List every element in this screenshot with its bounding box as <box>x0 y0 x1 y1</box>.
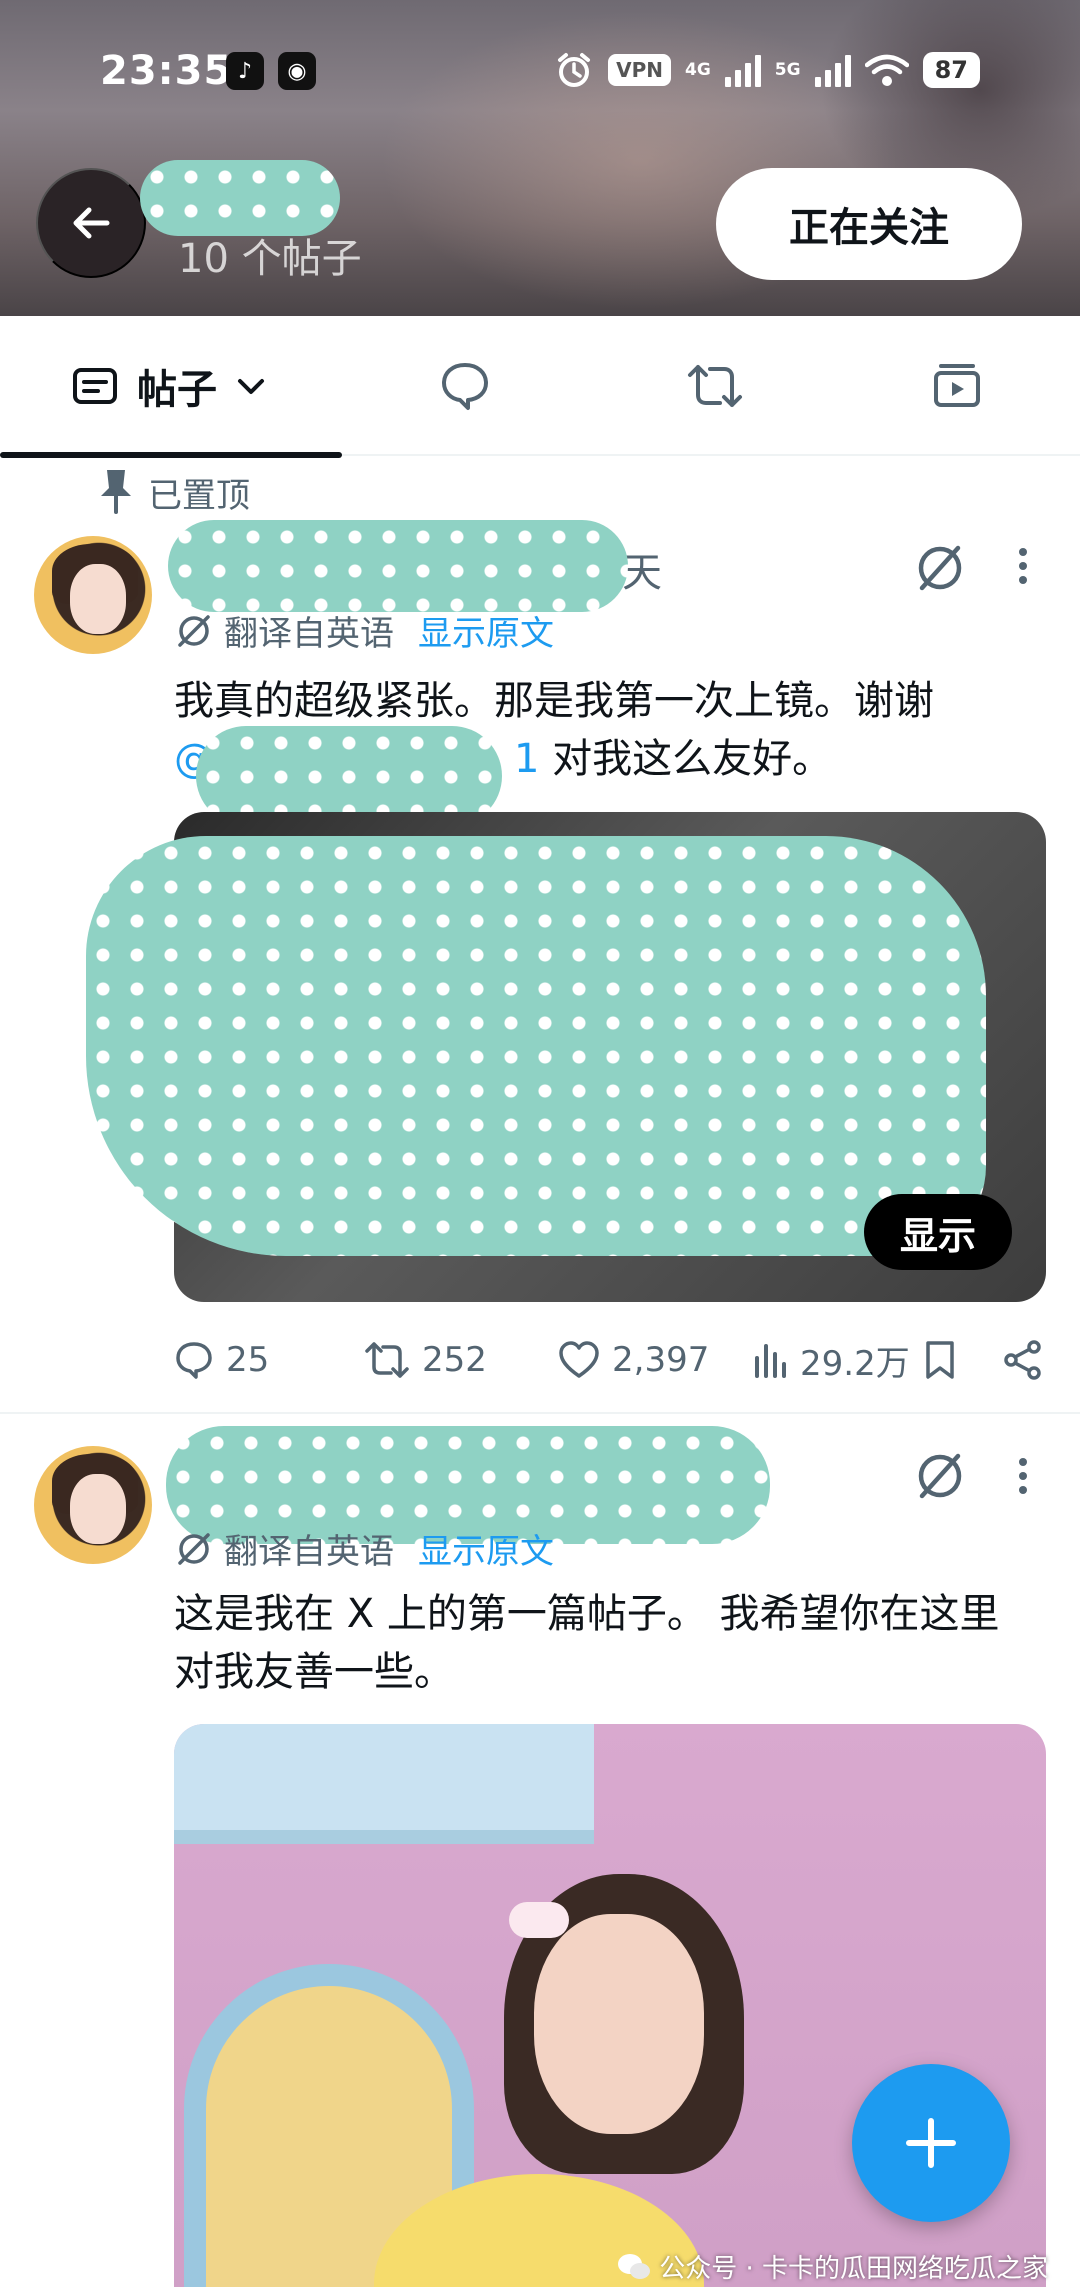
watermark: 公众号 · 卡卡的瓜田网络吃瓜之家 <box>617 2248 1048 2285</box>
post-actions: 25 252 2,397 29.2万 <box>174 1330 1050 1390</box>
show-media-button[interactable]: 显示 <box>864 1194 1012 1270</box>
plus-icon <box>906 2118 956 2168</box>
like-button[interactable]: 2,397 <box>558 1330 709 1390</box>
bookmark-icon <box>926 1341 954 1379</box>
reply-bubble-icon <box>442 363 488 410</box>
posts-list-icon <box>73 368 117 404</box>
post-divider <box>0 1412 1080 1414</box>
redaction-mask <box>196 726 502 826</box>
photo-hair-bow <box>509 1902 569 1938</box>
translation-notice: 翻译自英语 显示原文 <box>174 606 554 655</box>
tab-posts-label: 帖子 <box>137 367 217 413</box>
following-button[interactable]: 正在关注 <box>716 168 1022 280</box>
network-4g-label: 4G <box>685 60 711 80</box>
post-text-line: 对我友善一些。 <box>174 1649 454 1695</box>
battery-indicator: 87 <box>922 52 980 88</box>
signal-4g-icon <box>724 53 761 87</box>
repost-icon <box>688 365 742 407</box>
show-original-link[interactable]: 显示原文 <box>418 606 554 655</box>
watermark-text: 公众号 · 卡卡的瓜田网络吃瓜之家 <box>659 2254 1048 2284</box>
redaction-mask <box>86 836 986 1256</box>
tab-replies[interactable] <box>400 316 530 456</box>
status-bar: 23:35 ♪ ◉ VPN 4G 5G 87 <box>0 40 1080 110</box>
photo-person-face <box>534 1914 704 2134</box>
translated-from-label: 翻译自英语 <box>224 1532 394 1572</box>
wechat-icon <box>618 2253 651 2279</box>
post-text-line: 我真的超级紧张。那是我第一次上镜。谢谢 <box>174 678 934 724</box>
translate-icon <box>178 1532 210 1565</box>
translation-notice: 翻译自英语 显示原文 <box>174 1524 554 1573</box>
views-button[interactable]: 29.2万 <box>752 1330 910 1390</box>
show-original-link[interactable]: 显示原文 <box>418 1524 554 1573</box>
tab-media[interactable] <box>892 316 1022 456</box>
grok-icon[interactable] <box>912 1448 968 1504</box>
like-count: 2,397 <box>612 1340 710 1380</box>
reply-button[interactable]: 25 <box>174 1330 269 1390</box>
repost-button[interactable]: 252 <box>364 1330 487 1390</box>
arrow-left-icon <box>73 207 110 239</box>
qq-icon: ◉ <box>278 52 316 90</box>
compose-post-button[interactable] <box>852 2064 1010 2222</box>
redaction-mask <box>168 520 628 612</box>
tab-reposts[interactable] <box>650 316 780 456</box>
pinned-label: 已置顶 <box>148 475 250 516</box>
reply-count: 25 <box>226 1340 270 1380</box>
tab-posts[interactable]: 帖子 <box>0 316 342 458</box>
avatar-face <box>70 564 126 634</box>
translate-icon <box>178 614 210 647</box>
views-count: 29.2万 <box>800 1343 910 1384</box>
pin-icon <box>101 470 131 514</box>
status-time: 23:35 <box>100 48 233 94</box>
pinned-indicator: 已置顶 <box>96 462 250 522</box>
post-text-line: 这是我在 X 上的第一篇帖子。 我希望你在这里 <box>174 1591 1000 1637</box>
profile-tab-bar: 帖子 <box>0 316 1080 458</box>
alarm-icon <box>558 53 591 87</box>
chevron-down-icon <box>238 379 264 394</box>
bookmark-button[interactable] <box>922 1330 958 1390</box>
wifi-icon <box>864 54 909 86</box>
grok-icon[interactable] <box>912 540 968 596</box>
heart-icon <box>559 1341 599 1378</box>
redaction-mask <box>140 160 340 236</box>
media-play-icon <box>934 364 980 407</box>
reply-icon <box>176 1342 212 1379</box>
post-date: 天 <box>622 550 662 596</box>
network-5g-label: 5G <box>774 60 801 80</box>
back-button[interactable] <box>36 168 146 278</box>
tiktok-icon: ♪ <box>226 52 264 90</box>
share-icon <box>1004 1340 1041 1380</box>
vpn-badge: VPN <box>608 54 671 86</box>
repost-icon <box>365 1342 409 1378</box>
more-options-icon[interactable] <box>1010 544 1036 588</box>
avatar[interactable] <box>34 536 152 654</box>
share-button[interactable] <box>1002 1330 1044 1390</box>
signal-5g-icon <box>814 53 851 87</box>
more-options-icon[interactable] <box>1010 1454 1036 1498</box>
photo-wall-frame <box>174 1724 594 1844</box>
avatar[interactable] <box>34 1446 152 1564</box>
post-text: 这是我在 X 上的第一篇帖子。 我希望你在这里 对我友善一些。 <box>174 1585 1054 1701</box>
profile-header-banner: 23:35 ♪ ◉ VPN 4G 5G 87 10 个帖子 正在关注 <box>0 0 1080 316</box>
active-tab-indicator <box>0 452 342 458</box>
translated-from-label: 翻译自英语 <box>224 614 394 654</box>
repost-count: 252 <box>422 1340 487 1380</box>
views-chart-icon <box>755 1344 786 1378</box>
avatar-face <box>70 1474 126 1544</box>
